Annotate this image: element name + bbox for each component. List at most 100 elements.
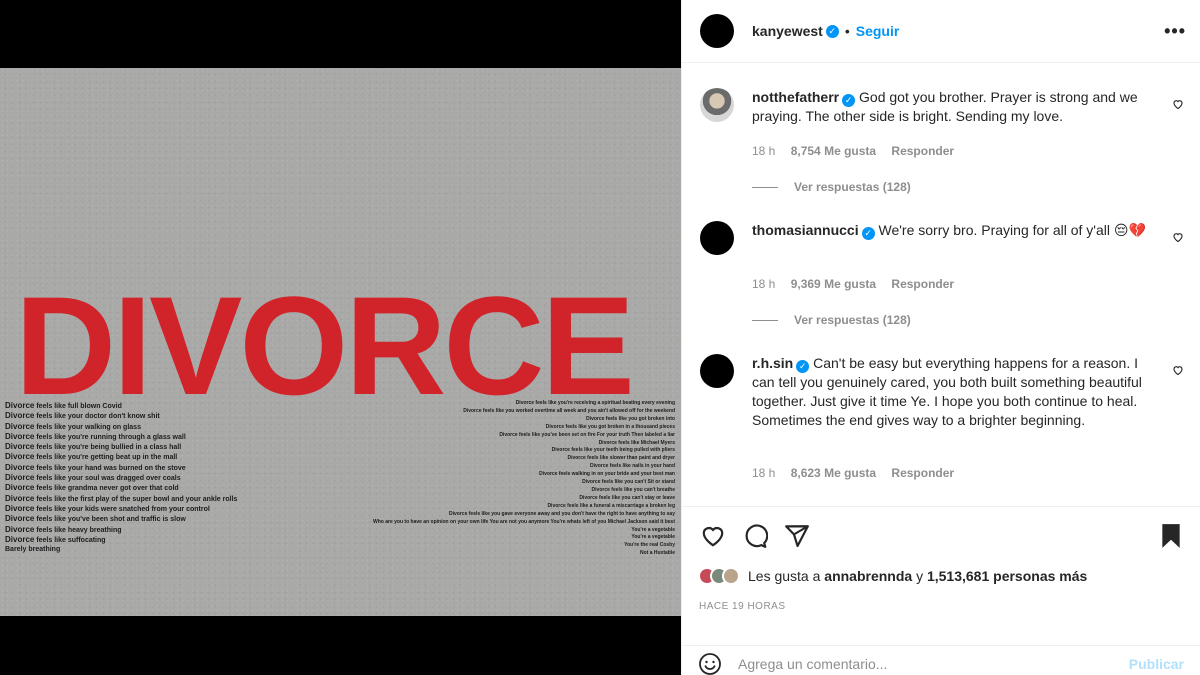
follow-button[interactable]: Seguir (856, 23, 900, 39)
likes-prefix: Les gusta a (748, 568, 821, 584)
verified-badge-icon: ✓ (861, 227, 875, 240)
likes-conj: y (916, 568, 924, 584)
comment-likes[interactable]: 9,369 Me gusta (791, 277, 876, 291)
comment-likes[interactable]: 8,623 Me gusta (791, 466, 876, 480)
divorce-poster-image: DIVORCE Divorce feels like full blown Co… (0, 68, 681, 616)
poster-left-line-word: Divorce (5, 473, 35, 483)
comment-input[interactable] (738, 656, 1129, 672)
poster-right-line: Divorce feels walking in on your bride a… (539, 471, 675, 478)
comment: r.h.sin ✓ Can't be easy but everything ha… (698, 354, 1184, 484)
poster-right-line: You're a vegetable (631, 534, 675, 541)
post-media[interactable]: DIVORCE Divorce feels like full blown Co… (0, 0, 681, 675)
poster-left-line: Divorce feels like your doctor don't kno… (5, 411, 305, 421)
reply-button[interactable]: Responder (891, 144, 954, 158)
share-send-icon[interactable] (784, 523, 810, 549)
publish-button[interactable]: Publicar (1129, 656, 1184, 672)
comment-likes[interactable]: 8,754 Me gusta (791, 144, 876, 158)
comment: notthefatherr ✓ God got you brother. Pray… (698, 88, 1184, 208)
poster-left-line-text: feels like your walking on glass (36, 423, 141, 431)
comment-time[interactable]: 18 h (752, 466, 775, 480)
comment-body: We're sorry bro. Praying for all of y'al… (878, 222, 1146, 238)
likes-user[interactable]: annabrennda (824, 568, 912, 584)
poster-left-line: Divorce feels like your hand was burned … (5, 463, 305, 473)
emoji-icon[interactable] (698, 652, 722, 675)
poster-left-line-word: Divorce (5, 483, 35, 493)
view-replies-button[interactable]: Ver respuestas (128) (752, 313, 911, 327)
poster-left-line-word: Divorce (5, 421, 35, 431)
comment-username[interactable]: thomasiannucci (752, 222, 859, 238)
likes-text: Les gusta a annabrennda y 1,513,681 pers… (748, 568, 1087, 584)
author-avatar[interactable] (700, 14, 734, 48)
like-comment-heart-icon[interactable] (1172, 231, 1184, 243)
author-username[interactable]: kanyewest (752, 23, 823, 39)
poster-left-line: Divorce feels like full blown Covid (5, 401, 305, 411)
verified-badge-icon: ✓ (842, 94, 856, 107)
poster-left-line-word: Divorce (5, 431, 35, 441)
comment-time[interactable]: 18 h (752, 277, 775, 291)
poster-left-line-text: feels like your doctor don't know shit (36, 413, 160, 421)
poster-right-line: Divorce feels like you can't stay or lea… (579, 494, 675, 501)
poster-title: DIVORCE (15, 267, 635, 424)
poster-right-line: Divorce feels like you got broken in a t… (545, 423, 675, 430)
comment-avatar[interactable] (700, 354, 734, 388)
poster-left-line-text: feels like suffocating (36, 536, 106, 544)
comment-avatar[interactable] (700, 221, 734, 255)
poster-left-line-word: Divorce (5, 452, 35, 462)
poster-right-line: Divorce feels like you've been set on fi… (499, 431, 675, 438)
verified-badge-icon: ✓ (796, 360, 810, 373)
comment: thomasiannucci ✓ We're sorry bro. Praying… (698, 221, 1184, 341)
reply-button[interactable]: Responder (891, 277, 954, 291)
poster-left-line: Barely breathing (5, 545, 305, 554)
comment-username[interactable]: r.h.sin (752, 355, 793, 371)
comment-body: Can't be easy but everything happens for… (752, 355, 1142, 428)
poster-right-line: Divorce feels like slower than paint and… (567, 455, 675, 462)
comment-avatar[interactable] (700, 88, 734, 122)
poster-left-line: Divorce feels like suffocating (5, 535, 305, 545)
poster-right-line: Divorce feels like you worked overtime a… (463, 407, 675, 414)
poster-right-line: Divorce feels like nails in your hand (589, 463, 675, 470)
poster-left-line-text: feels like the first play of the super b… (36, 495, 238, 503)
poster-left-line-text: feels like heavy breathing (36, 526, 122, 534)
comment-username[interactable]: notthefatherr (752, 89, 839, 105)
poster-left-line: Divorce feels like your kids were snatch… (5, 504, 305, 514)
poster-right-line: Divorce feels like you're receiving a sp… (515, 400, 675, 406)
poster-left-line-text: feels like full blown Covid (36, 403, 122, 410)
poster-left-line-text: feels like you've been shot and traffic … (36, 516, 186, 524)
more-options-icon[interactable]: ••• (1164, 21, 1186, 42)
reply-button[interactable]: Responder (891, 466, 954, 480)
poster-left-line-word: Divorce (5, 401, 35, 410)
poster-left-line-word: Divorce (5, 411, 35, 421)
poster-left-line: Divorce feels like you're getting beat u… (5, 452, 305, 462)
like-heart-icon[interactable] (700, 523, 726, 549)
poster-left-line-text: feels like grandma never got over that c… (36, 485, 179, 493)
comment-time[interactable]: 18 h (752, 144, 775, 158)
view-replies-button[interactable]: Ver respuestas (128) (752, 180, 911, 194)
poster-left-line-text: feels like your kids were snatched from … (36, 505, 210, 513)
poster-left-line: Divorce feels like your walking on glass (5, 422, 305, 432)
separator-dot: • (844, 23, 850, 39)
comment-text: notthefatherr ✓ God got you brother. Pray… (752, 88, 1160, 126)
comment-composer: Publicar (682, 645, 1200, 675)
poster-left-line: Divorce feels like you've been shot and … (5, 514, 305, 524)
poster-left-line-word: Divorce (5, 524, 35, 534)
poster-left-line-text: feels like your soul was dragged over co… (36, 475, 181, 483)
post-panel: kanyewest ✓ • Seguir ••• notthefatherr ✓ … (681, 0, 1200, 675)
poster-left-line-text: Barely breathing (5, 546, 61, 554)
comment-text: thomasiannucci ✓ We're sorry bro. Praying… (752, 221, 1160, 240)
poster-left-line: Divorce feels like you're running throug… (5, 432, 305, 442)
like-comment-heart-icon[interactable] (1172, 364, 1184, 376)
view-replies-label: Ver respuestas (128) (794, 180, 911, 194)
post-timestamp[interactable]: HACE 19 HORAS (699, 601, 786, 612)
poster-left-line: Divorce feels like you're being bullied … (5, 442, 305, 452)
poster-left-line-word: Divorce (5, 493, 35, 503)
like-comment-heart-icon[interactable] (1172, 98, 1184, 110)
view-replies-label: Ver respuestas (128) (794, 313, 911, 327)
likes-count[interactable]: 1,513,681 personas más (927, 568, 1087, 584)
poster-left-line: Divorce feels like your soul was dragged… (5, 473, 305, 483)
comment-bubble-icon[interactable] (742, 523, 768, 549)
likes-summary[interactable]: Les gusta a annabrennda y 1,513,681 pers… (698, 567, 1087, 585)
save-bookmark-icon[interactable] (1160, 523, 1182, 549)
verified-badge-icon: ✓ (825, 24, 839, 38)
poster-right-line: Divorce feels like Michael Myers (598, 439, 675, 446)
comments-list[interactable]: notthefatherr ✓ God got you brother. Pray… (682, 64, 1200, 506)
